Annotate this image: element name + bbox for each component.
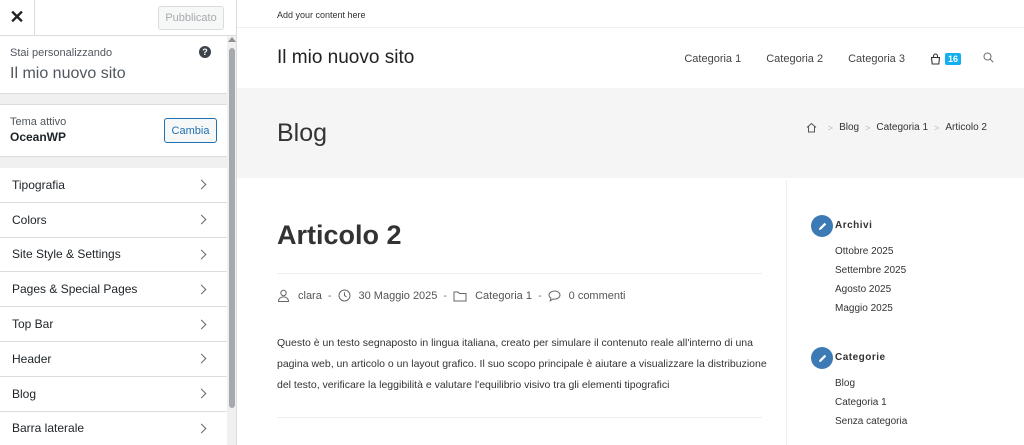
chevron-right-icon bbox=[196, 423, 207, 434]
user-icon bbox=[277, 289, 290, 302]
post-content: Articolo 2 clara - 30 Maggio 2025 - Cate… bbox=[277, 220, 767, 418]
section-label: Site Style & Settings bbox=[12, 247, 121, 262]
site-preview: Add your content here Il mio nuovo sito … bbox=[237, 0, 1024, 445]
post-meta: clara - 30 Maggio 2025 - Categoria 1 - 0… bbox=[277, 273, 762, 317]
section-label: Blog bbox=[12, 386, 37, 401]
scrollbar-thumb[interactable] bbox=[229, 48, 235, 408]
customizer-section-pages-special-pages[interactable]: Pages & Special Pages bbox=[0, 272, 227, 308]
archive-list: Ottobre 2025 Settembre 2025 Agosto 2025 … bbox=[835, 246, 906, 322]
chevron-right-icon bbox=[196, 179, 207, 190]
help-icon[interactable]: ? bbox=[199, 46, 211, 58]
close-icon[interactable]: ✕ bbox=[0, 0, 35, 35]
chevron-right-icon bbox=[196, 353, 207, 364]
chevron-right-icon bbox=[196, 284, 207, 295]
customizer-section-top-bar[interactable]: Top Bar bbox=[0, 307, 227, 342]
post-author[interactable]: clara bbox=[298, 290, 322, 302]
chevron-right-icon bbox=[196, 388, 207, 399]
breadcrumb: > Blog > Categoria 1 > Articolo 2 bbox=[806, 122, 987, 133]
top-bar: Add your content here bbox=[237, 0, 1024, 28]
breadcrumb-separator: > bbox=[827, 122, 834, 133]
section-label: Tipografia bbox=[12, 177, 65, 192]
section-label: Pages & Special Pages bbox=[12, 282, 138, 297]
section-label: Barra laterale bbox=[12, 421, 85, 436]
customizer-site-name: Il mio nuovo sito bbox=[10, 65, 126, 82]
widget-archives: Archivi Ottobre 2025 Settembre 2025 Agos… bbox=[811, 215, 906, 322]
customizer-info: Stai personalizzando Il mio nuovo sito ? bbox=[0, 36, 227, 94]
list-item[interactable]: Blog bbox=[835, 378, 907, 397]
shopping-bag-icon bbox=[930, 53, 941, 65]
page-title: Blog bbox=[277, 119, 328, 147]
list-item[interactable]: Agosto 2025 bbox=[835, 284, 906, 303]
list-item[interactable]: Maggio 2025 bbox=[835, 303, 906, 322]
customizer-section-header[interactable]: Header bbox=[0, 341, 227, 377]
change-theme-button[interactable]: Cambia bbox=[164, 118, 217, 143]
post-category[interactable]: Categoria 1 bbox=[475, 290, 532, 302]
chevron-right-icon bbox=[196, 319, 207, 330]
post-date: 30 Maggio 2025 bbox=[358, 289, 438, 302]
cart-count-badge: 16 bbox=[944, 53, 961, 65]
customizer-section-blog[interactable]: Blog bbox=[0, 376, 227, 412]
breadcrumb-categoria-1[interactable]: Categoria 1 bbox=[876, 122, 928, 133]
widget-title: Categorie bbox=[835, 352, 886, 363]
site-header: Il mio nuovo sito Categoria 1 Categoria … bbox=[237, 28, 1024, 88]
clock-icon bbox=[338, 289, 351, 302]
meta-separator: - bbox=[537, 289, 542, 302]
post-comments[interactable]: 0 commenti bbox=[569, 290, 626, 302]
cart-link[interactable]: 16 bbox=[930, 53, 961, 65]
customizer-section-site-style-settings[interactable]: Site Style & Settings bbox=[0, 237, 227, 273]
breadcrumb-current: Articolo 2 bbox=[945, 122, 987, 133]
list-item[interactable]: Senza categoria bbox=[835, 416, 907, 435]
widget-title: Archivi bbox=[835, 220, 873, 231]
customizing-label: Stai personalizzando bbox=[10, 47, 113, 59]
active-theme-section: Tema attivo OceanWP Cambia bbox=[0, 104, 227, 157]
nav-item-categoria-3[interactable]: Categoria 3 bbox=[848, 53, 905, 65]
customizer-scrollbar[interactable] bbox=[227, 36, 236, 445]
list-item[interactable]: Categoria 1 bbox=[835, 397, 907, 416]
folder-icon bbox=[453, 291, 467, 301]
meta-separator: - bbox=[443, 289, 448, 302]
site-title[interactable]: Il mio nuovo sito bbox=[277, 47, 414, 69]
home-icon[interactable] bbox=[806, 122, 817, 133]
category-list: Blog Categoria 1 Senza categoria bbox=[835, 378, 907, 435]
chevron-right-icon bbox=[196, 249, 207, 260]
section-label: Top Bar bbox=[12, 317, 54, 332]
section-label: Header bbox=[12, 351, 52, 366]
search-icon[interactable] bbox=[983, 50, 994, 68]
edit-pencil-icon[interactable] bbox=[811, 347, 833, 369]
edit-pencil-icon[interactable] bbox=[811, 215, 833, 237]
post-divider bbox=[277, 417, 762, 418]
nav-item-categoria-1[interactable]: Categoria 1 bbox=[684, 53, 741, 65]
publish-button[interactable]: Pubblicato bbox=[158, 6, 224, 30]
customizer-section-tipografia[interactable]: Tipografia bbox=[0, 168, 227, 203]
post-excerpt: Questo è un testo segnaposto in lingua i… bbox=[277, 337, 767, 391]
customizer-header: ✕ Pubblicato bbox=[0, 0, 236, 36]
widget-sidebar: Archivi Ottobre 2025 Settembre 2025 Agos… bbox=[786, 180, 1024, 445]
widget-categories: Categorie Blog Categoria 1 Senza categor… bbox=[811, 347, 907, 435]
customizer-panel: ✕ Pubblicato Stai personalizzando Il mio… bbox=[0, 0, 237, 445]
comment-icon bbox=[548, 289, 561, 302]
spacer bbox=[0, 94, 227, 104]
scroll-up-arrow-icon[interactable] bbox=[228, 37, 236, 42]
nav-item-categoria-2[interactable]: Categoria 2 bbox=[766, 53, 823, 65]
breadcrumb-blog[interactable]: Blog bbox=[839, 122, 859, 133]
customizer-section-list: Tipografia Colors Site Style & Settings Pag… bbox=[0, 168, 227, 445]
section-label: Colors bbox=[12, 212, 47, 227]
customizer-section-colors[interactable]: Colors bbox=[0, 202, 227, 238]
page-header: Blog > Blog > Categoria 1 > Articolo 2 bbox=[237, 88, 1024, 178]
meta-separator: - bbox=[327, 289, 332, 302]
top-bar-text: Add your content here bbox=[277, 10, 366, 20]
list-item[interactable]: Settembre 2025 bbox=[835, 265, 906, 284]
customizer-scroll-area: Stai personalizzando Il mio nuovo sito ?… bbox=[0, 36, 227, 445]
customizer-section-barra-laterale[interactable]: Barra laterale bbox=[0, 411, 227, 445]
breadcrumb-separator: > bbox=[865, 122, 871, 133]
breadcrumb-separator: > bbox=[934, 122, 940, 133]
main-nav: Categoria 1 Categoria 2 Categoria 3 16 bbox=[659, 50, 994, 68]
spacer bbox=[0, 157, 227, 168]
list-item[interactable]: Ottobre 2025 bbox=[835, 246, 906, 265]
chevron-right-icon bbox=[196, 214, 207, 225]
post-title[interactable]: Articolo 2 bbox=[277, 220, 762, 251]
